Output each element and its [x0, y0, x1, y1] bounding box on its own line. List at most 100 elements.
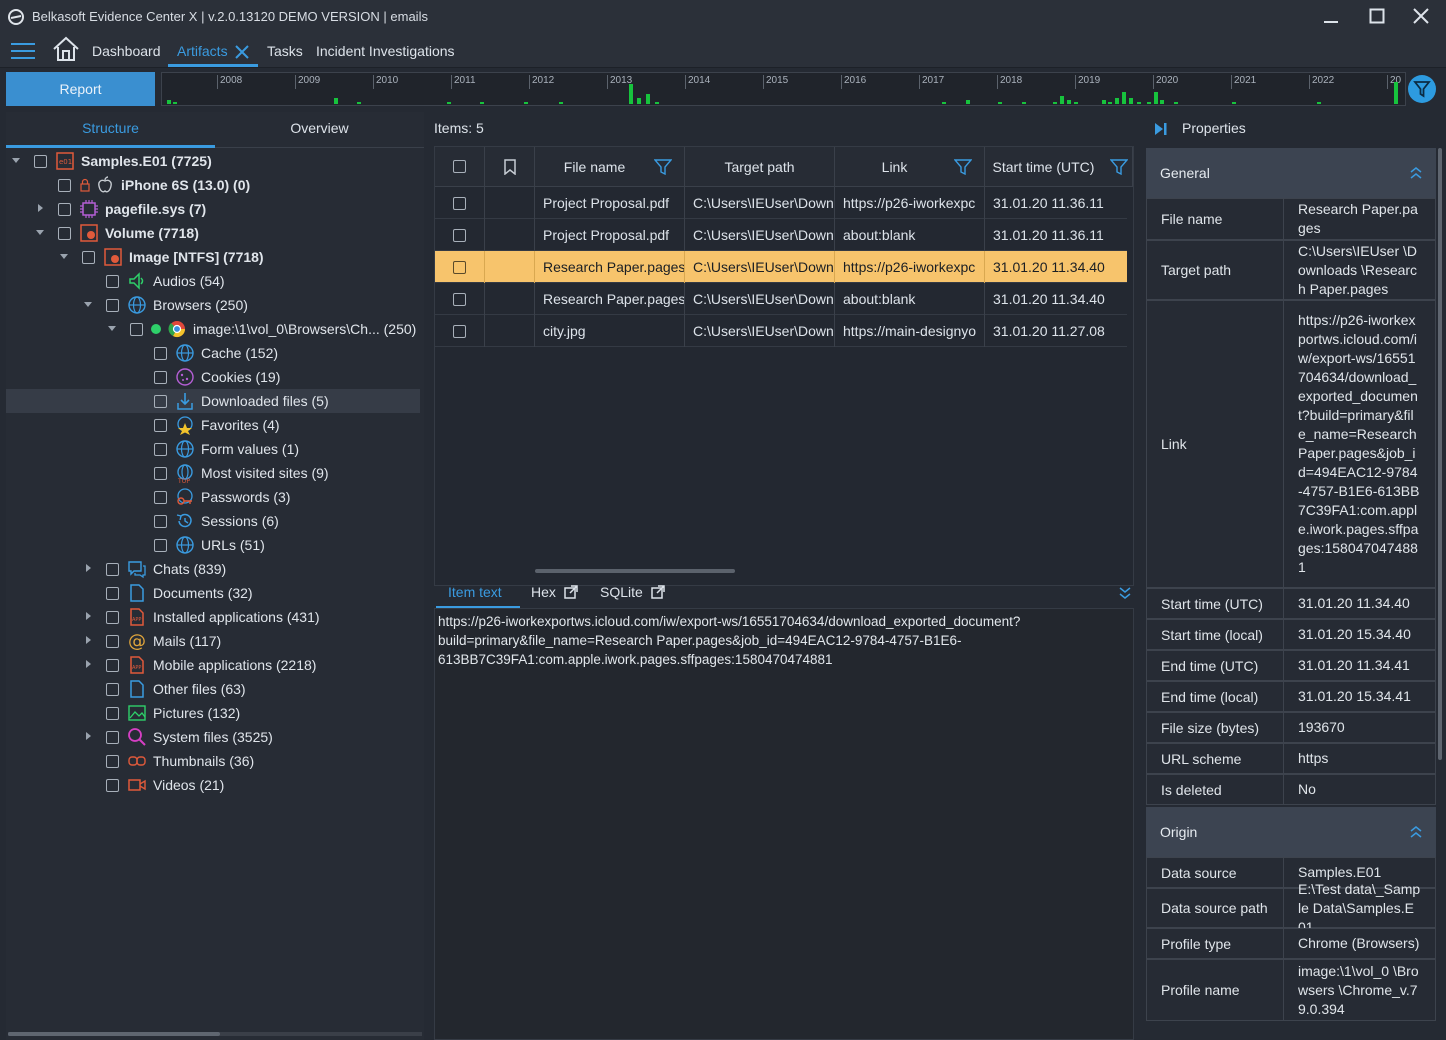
column-file-name[interactable]: File name: [535, 147, 685, 187]
home-icon[interactable]: [52, 36, 80, 62]
property-section-header[interactable]: Origin: [1146, 807, 1436, 857]
property-value[interactable]: Chrome (Browsers): [1284, 928, 1436, 959]
tab-dashboard[interactable]: Dashboard: [92, 43, 161, 59]
property-value[interactable]: 31.01.20 15.34.41: [1284, 681, 1436, 712]
tree-item[interactable]: Volume (7718): [6, 221, 420, 245]
expand-arrow-icon[interactable]: [106, 323, 118, 335]
tree-checkbox[interactable]: [154, 394, 167, 408]
tree-item[interactable]: pagefile.sys (7): [6, 197, 420, 221]
properties-vscroll-thumb[interactable]: [1438, 148, 1442, 760]
timeline-bar[interactable]: [1137, 102, 1141, 104]
timeline-bar[interactable]: [1147, 102, 1151, 104]
expand-arrow-icon[interactable]: [82, 611, 94, 623]
expand-arrow-icon[interactable]: [82, 731, 94, 743]
tree-item[interactable]: Sessions (6): [6, 509, 420, 533]
tree-checkbox[interactable]: [82, 250, 95, 264]
select-all-checkbox[interactable]: [453, 160, 466, 173]
tree-checkbox[interactable]: [106, 658, 119, 672]
select-all-header[interactable]: [435, 147, 485, 187]
row-bookmark-cell[interactable]: [485, 315, 535, 347]
tree-checkbox[interactable]: [106, 682, 119, 696]
tree-checkbox[interactable]: [106, 562, 119, 576]
tree-item[interactable]: Chats (839): [6, 557, 420, 581]
collapse-section-icon[interactable]: [1410, 166, 1422, 180]
tree-checkbox[interactable]: [154, 418, 167, 432]
timeline-bar[interactable]: [1067, 100, 1071, 104]
timeline-bar[interactable]: [173, 102, 177, 104]
row-bookmark-cell[interactable]: [485, 283, 535, 315]
timeline-bar[interactable]: [1394, 82, 1398, 104]
property-section-header[interactable]: General: [1146, 148, 1436, 198]
expand-arrow-icon[interactable]: [58, 251, 70, 263]
collapse-chevron-icon[interactable]: [1118, 586, 1132, 600]
tree-hscroll-thumb[interactable]: [8, 1032, 220, 1036]
tree-item[interactable]: Downloaded files (5): [6, 389, 420, 413]
timeline-bar[interactable]: [1317, 102, 1321, 104]
grid-hscroll-thumb[interactable]: [535, 569, 735, 573]
bookmark-header[interactable]: [485, 147, 535, 187]
column-target-path[interactable]: Target path: [685, 147, 835, 187]
timeline-bar[interactable]: [524, 102, 528, 104]
tab-artifacts[interactable]: Artifacts: [177, 43, 228, 59]
tree-checkbox[interactable]: [154, 370, 167, 384]
timeline-bar[interactable]: [1115, 98, 1119, 104]
table-row[interactable]: Research Paper.pages C:\Users\IEUser\Dow…: [435, 251, 1127, 283]
hamburger-menu-icon[interactable]: [11, 42, 35, 60]
external-link-icon[interactable]: [564, 585, 578, 599]
tree-checkbox[interactable]: [58, 178, 71, 192]
expand-arrow-icon[interactable]: [82, 659, 94, 671]
tree-checkbox[interactable]: [154, 466, 167, 480]
tree-checkbox[interactable]: [154, 442, 167, 456]
expand-arrow-icon[interactable]: [82, 635, 94, 647]
timeline-bar[interactable]: [447, 102, 451, 104]
tree-checkbox[interactable]: [106, 730, 119, 744]
timeline-bar[interactable]: [966, 100, 970, 104]
timeline-bar[interactable]: [1129, 98, 1133, 104]
tree-item[interactable]: Cookies (19): [6, 365, 420, 389]
timeline-bar[interactable]: [167, 100, 171, 104]
tree-item[interactable]: URLs (51): [6, 533, 420, 557]
timeline-bar[interactable]: [629, 84, 633, 104]
property-value[interactable]: Research Paper.pages: [1284, 198, 1436, 240]
tree-item[interactable]: Favorites (4): [6, 413, 420, 437]
timeline-bar[interactable]: [1154, 92, 1158, 104]
tree-checkbox[interactable]: [58, 202, 71, 216]
column-filter-icon[interactable]: [654, 159, 672, 175]
table-row[interactable]: Project Proposal.pdf C:\Users\IEUser\Dow…: [435, 219, 1127, 251]
timeline-bar[interactable]: [655, 102, 659, 104]
tab-hex[interactable]: Hex: [531, 584, 556, 600]
column-filter-icon[interactable]: [1110, 159, 1128, 175]
tree-item[interactable]: Cache (152): [6, 341, 420, 365]
panel-toggle-icon[interactable]: [1154, 122, 1168, 136]
external-link-icon[interactable]: [651, 585, 665, 599]
timeline-bar[interactable]: [1060, 96, 1064, 104]
close-tab-icon[interactable]: [235, 45, 249, 59]
row-checkbox[interactable]: [453, 324, 466, 338]
property-value[interactable]: https://p26-iworkexportws.icloud.com/iw/…: [1284, 300, 1436, 588]
tree-item[interactable]: Videos (21): [6, 773, 420, 797]
row-bookmark-cell[interactable]: [485, 187, 535, 219]
tree-item[interactable]: e01 Samples.E01 (7725): [6, 149, 420, 173]
property-value[interactable]: 31.01.20 11.34.41: [1284, 650, 1436, 681]
timeline-bar[interactable]: [357, 102, 361, 104]
timeline-bar[interactable]: [480, 102, 484, 104]
tab-sqlite[interactable]: SQLite: [600, 584, 643, 600]
tree-item[interactable]: Form values (1): [6, 437, 420, 461]
tree-item[interactable]: Documents (32): [6, 581, 420, 605]
close-window-button[interactable]: [1406, 4, 1436, 28]
tree-item[interactable]: TOP Most visited sites (9): [6, 461, 420, 485]
minimize-button[interactable]: [1316, 4, 1346, 28]
row-checkbox[interactable]: [453, 228, 466, 242]
timeline-bar[interactable]: [1102, 100, 1106, 104]
tree-item[interactable]: @ Mails (117): [6, 629, 420, 653]
property-value[interactable]: E:\Test data\_Sample Data\Samples.E01: [1284, 881, 1436, 935]
timeline-bar[interactable]: [1160, 100, 1164, 104]
timeline-chart[interactable]: 2008 2009 2010 2011 2012 2013 2014 2015 2016 2017…: [161, 72, 1406, 106]
tree-checkbox[interactable]: [154, 346, 167, 360]
collapse-section-icon[interactable]: [1410, 825, 1422, 839]
tree-item[interactable]: System files (3525): [6, 725, 420, 749]
timeline-bar[interactable]: [998, 102, 1002, 104]
timeline-filter-button[interactable]: [1408, 75, 1436, 103]
tab-incident-investigations[interactable]: Incident Investigations: [316, 43, 455, 59]
row-checkbox[interactable]: [453, 292, 466, 306]
